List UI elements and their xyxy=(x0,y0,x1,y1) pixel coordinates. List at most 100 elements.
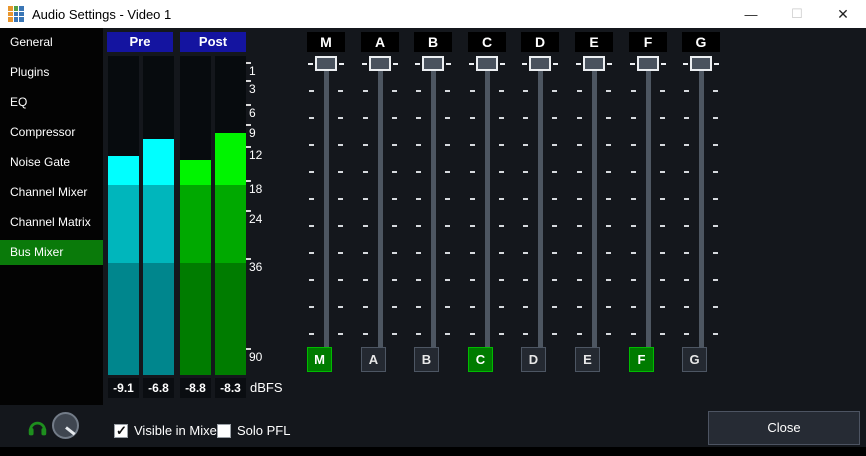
fader-label: E xyxy=(575,32,613,52)
bottom-edge xyxy=(0,447,866,456)
fader-label: D xyxy=(521,32,559,52)
pre-meter-2-value: -6.8 xyxy=(143,378,174,398)
sidebar-item-eq[interactable]: EQ xyxy=(0,90,103,115)
fader-handle[interactable] xyxy=(315,56,337,71)
fader-label: B xyxy=(414,32,452,52)
meter-scale-tick: 12 xyxy=(249,148,262,162)
settings-sidebar: General Plugins EQ Compressor Noise Gate… xyxy=(0,28,103,405)
maximize-icon: ☐ xyxy=(774,0,820,28)
dialog-body: General Plugins EQ Compressor Noise Gate… xyxy=(0,28,866,456)
bus-button-d[interactable]: D xyxy=(521,347,546,372)
fader-tick-marks xyxy=(660,90,665,335)
post-meter-2-value: -8.3 xyxy=(215,378,246,398)
fader-b: B B xyxy=(406,32,460,372)
meter-scale-tick: 24 xyxy=(249,212,262,226)
monitor-volume-knob[interactable] xyxy=(52,412,79,439)
headphones-icon xyxy=(27,417,48,438)
window-title: Audio Settings - Video 1 xyxy=(32,7,171,22)
fader-tick-marks xyxy=(713,90,718,335)
pre-meter-2 xyxy=(143,56,174,375)
sidebar-item-noise-gate[interactable]: Noise Gate xyxy=(0,150,103,175)
fader-a: A A xyxy=(353,32,407,372)
sidebar-item-channel-matrix[interactable]: Channel Matrix xyxy=(0,210,103,235)
fader-d: D D xyxy=(513,32,567,372)
fader-track[interactable] xyxy=(592,64,597,347)
fader-label: A xyxy=(361,32,399,52)
fader-tick-marks xyxy=(631,90,636,335)
fader-tick-marks xyxy=(416,90,421,335)
fader-track[interactable] xyxy=(324,64,329,347)
fader-tick-marks xyxy=(470,90,475,335)
visible-in-mixer-control: Visible in Mixer xyxy=(114,423,221,438)
pre-meter-1-value: -9.1 xyxy=(108,378,139,398)
fader-track[interactable] xyxy=(699,64,704,347)
solo-pfl-label[interactable]: Solo PFL xyxy=(237,423,290,438)
fader-g: G G xyxy=(674,32,728,372)
fader-f: F F xyxy=(621,32,675,372)
fader-tick-marks xyxy=(499,90,504,335)
solo-pfl-control: Solo PFL xyxy=(217,423,290,438)
bus-button-c[interactable]: C xyxy=(468,347,493,372)
fader-track[interactable] xyxy=(538,64,543,347)
fader-track[interactable] xyxy=(485,64,490,347)
meter-scale-tick: 90 xyxy=(249,350,262,364)
window-titlebar: Audio Settings - Video 1 — ☐ ✕ xyxy=(0,0,866,28)
visible-in-mixer-label[interactable]: Visible in Mixer xyxy=(134,423,221,438)
fader-tick-marks xyxy=(338,90,343,335)
post-meter-1 xyxy=(180,56,211,375)
sidebar-item-channel-mixer[interactable]: Channel Mixer xyxy=(0,180,103,205)
fader-track[interactable] xyxy=(431,64,436,347)
fader-handle[interactable] xyxy=(690,56,712,71)
window-controls: — ☐ ✕ xyxy=(728,0,866,28)
sidebar-item-bus-mixer[interactable]: Bus Mixer xyxy=(0,240,103,265)
bus-button-e[interactable]: E xyxy=(575,347,600,372)
fader-handle[interactable] xyxy=(476,56,498,71)
audio-settings-window: Audio Settings - Video 1 — ☐ ✕ General P… xyxy=(0,0,866,456)
bus-button-m[interactable]: M xyxy=(307,347,332,372)
bus-button-b[interactable]: B xyxy=(414,347,439,372)
sidebar-item-compressor[interactable]: Compressor xyxy=(0,120,103,145)
fader-tick-marks xyxy=(684,90,689,335)
post-meter-2 xyxy=(215,56,246,375)
fader-track[interactable] xyxy=(378,64,383,347)
visible-in-mixer-checkbox[interactable] xyxy=(114,424,128,438)
fader-tick-marks xyxy=(445,90,450,335)
bus-button-f[interactable]: F xyxy=(629,347,654,372)
fader-handle[interactable] xyxy=(529,56,551,71)
fader-label: G xyxy=(682,32,720,52)
fader-tick-marks xyxy=(363,90,368,335)
fader-label: M xyxy=(307,32,345,52)
meter-scale-tick: 18 xyxy=(249,182,262,196)
sidebar-item-plugins[interactable]: Plugins xyxy=(0,60,103,85)
fader-tick-marks xyxy=(523,90,528,335)
fader-c: C C xyxy=(460,32,514,372)
fader-e: E E xyxy=(567,32,621,372)
close-button[interactable]: Close xyxy=(708,411,860,445)
app-icon xyxy=(8,6,24,22)
sidebar-item-general[interactable]: General xyxy=(0,30,103,55)
fader-track[interactable] xyxy=(646,64,651,347)
post-meter-1-value: -8.8 xyxy=(180,378,211,398)
bus-button-a[interactable]: A xyxy=(361,347,386,372)
fader-handle[interactable] xyxy=(637,56,659,71)
fader-label: F xyxy=(629,32,667,52)
fader-tick-marks xyxy=(552,90,557,335)
fader-tick-marks xyxy=(392,90,397,335)
dbfs-unit-label: dBFS xyxy=(250,380,283,395)
pre-meter-1 xyxy=(108,56,139,375)
fader-label: C xyxy=(468,32,506,52)
close-window-icon[interactable]: ✕ xyxy=(820,0,866,28)
fader-tick-marks xyxy=(606,90,611,335)
fader-handle[interactable] xyxy=(369,56,391,71)
bus-button-g[interactable]: G xyxy=(682,347,707,372)
pre-meter-header: Pre xyxy=(107,32,173,52)
minimize-icon[interactable]: — xyxy=(728,0,774,28)
solo-pfl-checkbox[interactable] xyxy=(217,424,231,438)
fader-handle[interactable] xyxy=(583,56,605,71)
meter-scale-tick: 9 xyxy=(249,126,256,140)
fader-handle[interactable] xyxy=(422,56,444,71)
meter-scale-tick: 36 xyxy=(249,260,262,274)
meter-scale-tick: 3 xyxy=(249,82,256,96)
fader-m: M M xyxy=(299,32,353,372)
fader-tick-marks xyxy=(309,90,314,335)
